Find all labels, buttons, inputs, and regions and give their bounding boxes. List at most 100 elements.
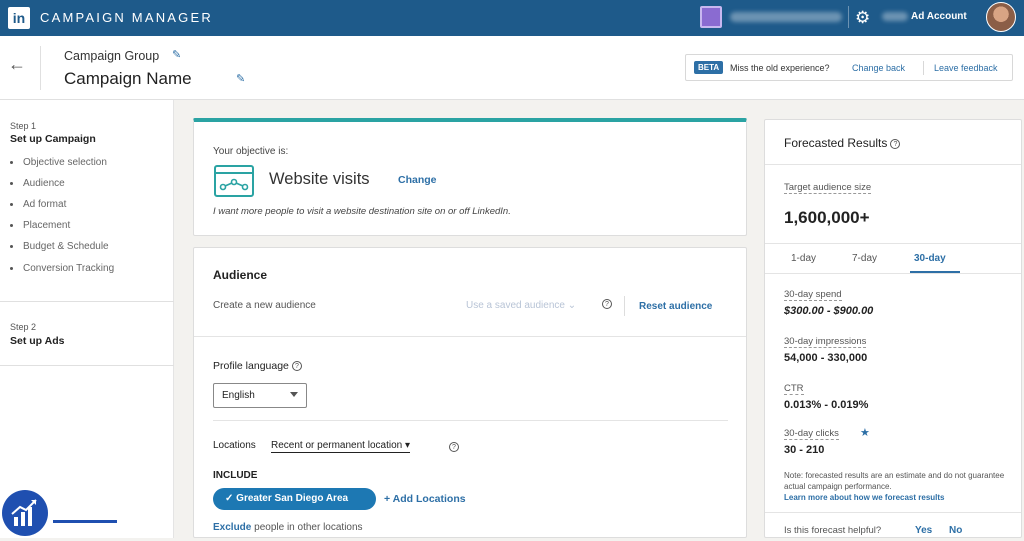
- bullet-icon: [10, 181, 13, 185]
- linkedin-logo[interactable]: in: [8, 7, 30, 29]
- add-locations-label: Add Locations: [392, 493, 466, 505]
- ad-account-label[interactable]: Ad Account: [911, 11, 967, 22]
- divider: [40, 46, 41, 90]
- spend-label: 30-day spend: [784, 289, 842, 301]
- sidebar-item-placement[interactable]: Placement: [10, 220, 70, 231]
- sidebar-item-budget[interactable]: Budget & Schedule: [10, 241, 109, 252]
- profile-language-value: English: [222, 390, 255, 401]
- forecast-helpful-question: Is this forecast helpful?: [784, 525, 882, 536]
- sidebar-item-conversion[interactable]: Conversion Tracking: [10, 263, 114, 274]
- beta-badge: BETA: [694, 61, 724, 74]
- forecast-card: Forecasted Results? Target audience size…: [764, 119, 1022, 538]
- divider: [0, 365, 174, 366]
- divider: [765, 512, 1021, 513]
- sidebar-item-label: Budget & Schedule: [23, 241, 109, 252]
- bullet-icon: [10, 223, 13, 227]
- website-visits-icon: [214, 165, 254, 197]
- account-id-redacted: [882, 12, 908, 21]
- step2-title[interactable]: Set up Ads: [10, 335, 64, 347]
- bullet-icon: [10, 160, 13, 164]
- caret-down-icon: ▾: [404, 440, 410, 451]
- sidebar-item-objective[interactable]: Objective selection: [10, 157, 107, 168]
- divider: [848, 6, 849, 28]
- divider: [765, 273, 1021, 274]
- help-icon[interactable]: ?: [599, 299, 612, 310]
- top-nav-bar: in CAMPAIGN MANAGER ⚙ Ad Account: [0, 0, 1024, 36]
- saved-audience-label: Use a saved audience: [466, 300, 565, 311]
- chevron-down-icon: ⌄: [567, 300, 577, 311]
- step-sidebar: Step 1 Set up Campaign Objective selecti…: [0, 100, 174, 538]
- location-type-dropdown[interactable]: Recent or permanent location ▾: [271, 440, 410, 453]
- clicks-label: 30-day clicks: [784, 428, 839, 440]
- edit-group-pencil-icon[interactable]: ✎: [172, 48, 181, 61]
- divider: [765, 164, 1021, 165]
- exclude-row: Exclude people in other locations: [213, 522, 363, 533]
- step1-label: Step 1: [10, 121, 37, 131]
- bullet-icon: [10, 266, 13, 270]
- back-arrow-icon[interactable]: ←: [8, 54, 26, 75]
- divider: [0, 301, 174, 302]
- sidebar-item-label: Conversion Tracking: [23, 263, 115, 274]
- bullet-icon: [10, 244, 13, 248]
- tab-30-day[interactable]: 30-day: [914, 253, 946, 264]
- help-icon[interactable]: ?: [446, 438, 459, 456]
- user-avatar[interactable]: [986, 2, 1016, 32]
- sidebar-item-audience[interactable]: Audience: [10, 178, 65, 189]
- sidebar-item-label: Objective selection: [23, 157, 107, 168]
- forecast-note: Note: forecasted results are an estimate…: [784, 470, 1009, 503]
- beta-banner: BETA Miss the old experience? Change bac…: [685, 54, 1013, 81]
- step2-label: Step 2: [10, 322, 37, 332]
- help-icon[interactable]: ?: [291, 361, 302, 372]
- account-avatar-icon[interactable]: [700, 6, 722, 28]
- ctr-value: 0.013% - 0.019%: [784, 399, 869, 411]
- create-audience-label: Create a new audience: [213, 300, 316, 311]
- helpful-no-link[interactable]: No: [949, 525, 962, 536]
- forecast-note-text: Note: forecasted results are an estimate…: [784, 471, 1005, 491]
- clicks-value: 30 - 210: [784, 444, 825, 456]
- audience-title: Audience: [213, 268, 268, 282]
- tab-1-day[interactable]: 1-day: [791, 253, 816, 264]
- plus-icon: +: [384, 493, 393, 505]
- sidebar-item-label: Placement: [23, 220, 71, 231]
- change-objective-link[interactable]: Change: [398, 174, 437, 186]
- learn-more-link[interactable]: Learn more about how we forecast results: [784, 492, 1009, 503]
- leave-feedback-link[interactable]: Leave feedback: [934, 63, 998, 73]
- step1-title[interactable]: Set up Campaign: [10, 133, 96, 145]
- campaign-group-name: Campaign Group: [64, 49, 160, 63]
- tab-7-day[interactable]: 7-day: [852, 253, 877, 264]
- divider: [213, 420, 728, 421]
- reset-audience-link[interactable]: Reset audience: [639, 301, 712, 312]
- add-locations-button[interactable]: + Add Locations: [384, 493, 466, 505]
- location-pill[interactable]: ✓ Greater San Diego Area: [213, 488, 376, 510]
- decorative-line: [53, 520, 117, 523]
- bullet-icon: [10, 202, 13, 206]
- profile-language-label: Profile language?: [213, 360, 302, 372]
- sidebar-item-ad-format[interactable]: Ad format: [10, 199, 66, 210]
- account-name-redacted: [730, 12, 842, 22]
- impressions-label: 30-day impressions: [784, 336, 867, 348]
- edit-campaign-pencil-icon[interactable]: ✎: [236, 72, 245, 85]
- change-back-link[interactable]: Change back: [852, 63, 905, 73]
- campaign-name: Campaign Name: [64, 69, 192, 88]
- star-icon: ★: [860, 427, 870, 439]
- exclude-link[interactable]: Exclude: [213, 522, 251, 533]
- forecast-title: Forecasted Results?: [784, 136, 901, 150]
- impressions-value: 54,000 - 330,000: [784, 352, 868, 364]
- divider: [624, 296, 625, 316]
- profile-language-select[interactable]: English: [213, 383, 307, 408]
- checkmark-icon: ✓: [225, 493, 237, 504]
- exclude-text: people in other locations: [251, 522, 363, 533]
- saved-audience-dropdown[interactable]: Use a saved audience ⌄: [466, 300, 576, 311]
- helpful-yes-link[interactable]: Yes: [915, 525, 932, 536]
- chart-logo-icon: [2, 490, 48, 536]
- help-icon[interactable]: ?: [890, 138, 901, 149]
- objective-card: Your objective is: Website visits Change…: [193, 118, 747, 236]
- gear-icon[interactable]: ⚙: [855, 8, 870, 28]
- app-title: CAMPAIGN MANAGER: [40, 10, 213, 25]
- sidebar-item-label: Ad format: [23, 199, 67, 210]
- objective-label: Your objective is:: [213, 146, 289, 157]
- target-audience-value: 1,600,000+: [784, 208, 870, 227]
- ctr-label: CTR: [784, 383, 804, 395]
- locations-label: Locations: [213, 440, 256, 451]
- campaign-header: ← Campaign Group ✎ Campaign Name ✎ BETA …: [0, 36, 1024, 100]
